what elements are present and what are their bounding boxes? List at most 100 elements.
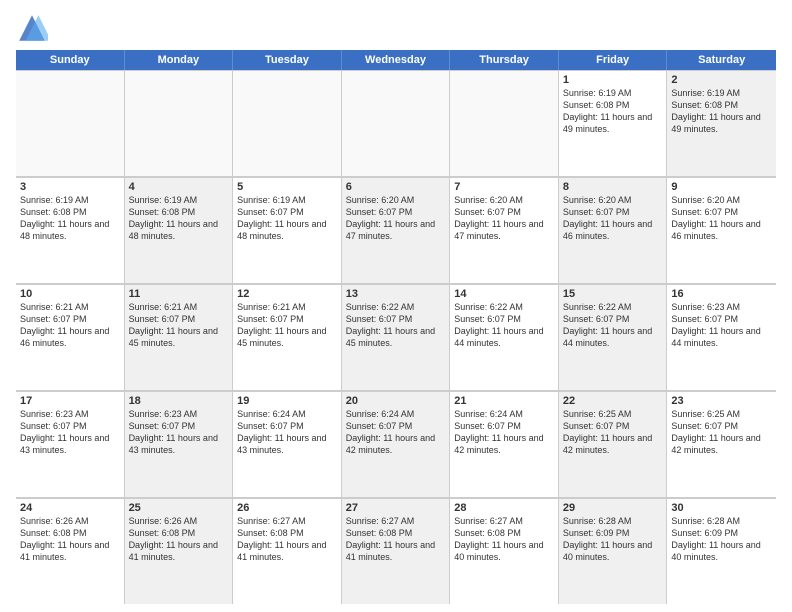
calendar-row-3: 10Sunrise: 6:21 AM Sunset: 6:07 PM Dayli… <box>16 284 776 391</box>
calendar-cell <box>16 71 125 176</box>
day-number: 11 <box>129 288 229 300</box>
day-number: 24 <box>20 502 120 514</box>
day-number: 2 <box>671 74 772 86</box>
calendar-cell: 30Sunrise: 6:28 AM Sunset: 6:09 PM Dayli… <box>667 499 776 604</box>
calendar-cell <box>342 71 451 176</box>
calendar-row-5: 24 Sunrise: 6:26 AM Sunset: 6:08 PM Dayli… <box>16 498 776 604</box>
calendar-cell: 24Sunrise: 6:26 AM Sunset: 6:08 PM Dayli… <box>16 499 125 604</box>
calendar-cell: 13Sunrise: 6:22 AM Sunset: 6:07 PM Dayli… <box>342 285 451 390</box>
calendar-cell: 18Sunrise: 6:23 AM Sunset: 6:07 PM Dayli… <box>125 392 234 497</box>
calendar-body: 1Sunrise: 6:19 AM Sunset: 6:08 PM Daylig… <box>16 70 776 604</box>
day-info: Sunrise: 6:19 AM Sunset: 6:08 PM Dayligh… <box>563 87 663 136</box>
day-info: Sunrise: 6:20 AM Sunset: 6:07 PM Dayligh… <box>346 194 446 243</box>
weekday-header-saturday: Saturday <box>667 50 776 70</box>
calendar-row-4: 17Sunrise: 6:23 AM Sunset: 6:07 PM Dayli… <box>16 391 776 498</box>
calendar-cell: 20Sunrise: 6:24 AM Sunset: 6:07 PM Dayli… <box>342 392 451 497</box>
day-info: Sunrise: 6:23 AM Sunset: 6:07 PM Dayligh… <box>129 408 229 457</box>
day-info: Sunrise: 6:20 AM Sunset: 6:07 PM Dayligh… <box>671 194 772 243</box>
day-info: Sunrise: 6:20 AM Sunset: 6:07 PM Dayligh… <box>563 194 663 243</box>
weekday-header-wednesday: Wednesday <box>342 50 451 70</box>
day-info: Sunrise: 6:23 AM Sunset: 6:07 PM Dayligh… <box>20 408 120 457</box>
day-info: Sunrise: 6:19 AM Sunset: 6:08 PM Dayligh… <box>20 194 120 243</box>
day-number: 26 <box>237 502 337 514</box>
calendar-cell: 23Sunrise: 6:25 AM Sunset: 6:07 PM Dayli… <box>667 392 776 497</box>
calendar-row-1: 1Sunrise: 6:19 AM Sunset: 6:08 PM Daylig… <box>16 70 776 177</box>
day-info: Sunrise: 6:27 AM Sunset: 6:08 PM Dayligh… <box>454 515 554 564</box>
calendar-cell: 10Sunrise: 6:21 AM Sunset: 6:07 PM Dayli… <box>16 285 125 390</box>
logo-icon <box>16 12 48 44</box>
calendar-cell: 29Sunrise: 6:28 AM Sunset: 6:09 PM Dayli… <box>559 499 668 604</box>
day-number: 23 <box>671 395 772 407</box>
day-number: 16 <box>671 288 772 300</box>
day-info: Sunrise: 6:28 AM Sunset: 6:09 PM Dayligh… <box>563 515 663 564</box>
day-info: Sunrise: 6:21 AM Sunset: 6:07 PM Dayligh… <box>129 301 229 350</box>
day-info: Sunrise: 6:22 AM Sunset: 6:07 PM Dayligh… <box>346 301 446 350</box>
calendar-cell: 28Sunrise: 6:27 AM Sunset: 6:08 PM Dayli… <box>450 499 559 604</box>
calendar-cell: 16Sunrise: 6:23 AM Sunset: 6:07 PM Dayli… <box>667 285 776 390</box>
calendar-cell: 4Sunrise: 6:19 AM Sunset: 6:08 PM Daylig… <box>125 178 234 283</box>
day-info: Sunrise: 6:22 AM Sunset: 6:07 PM Dayligh… <box>563 301 663 350</box>
day-info: Sunrise: 6:24 AM Sunset: 6:07 PM Dayligh… <box>454 408 554 457</box>
weekday-header-friday: Friday <box>559 50 668 70</box>
day-number: 7 <box>454 181 554 193</box>
calendar-cell: 15Sunrise: 6:22 AM Sunset: 6:07 PM Dayli… <box>559 285 668 390</box>
day-info: Sunrise: 6:27 AM Sunset: 6:08 PM Dayligh… <box>346 515 446 564</box>
day-info: Sunrise: 6:19 AM Sunset: 6:08 PM Dayligh… <box>129 194 229 243</box>
calendar-cell: 11Sunrise: 6:21 AM Sunset: 6:07 PM Dayli… <box>125 285 234 390</box>
calendar-cell: 8Sunrise: 6:20 AM Sunset: 6:07 PM Daylig… <box>559 178 668 283</box>
day-info: Sunrise: 6:19 AM Sunset: 6:07 PM Dayligh… <box>237 194 337 243</box>
day-number: 8 <box>563 181 663 193</box>
weekday-header-monday: Monday <box>125 50 234 70</box>
day-number: 14 <box>454 288 554 300</box>
day-number: 21 <box>454 395 554 407</box>
logo <box>16 12 52 44</box>
day-number: 30 <box>671 502 772 514</box>
day-number: 5 <box>237 181 337 193</box>
calendar-cell: 5Sunrise: 6:19 AM Sunset: 6:07 PM Daylig… <box>233 178 342 283</box>
weekday-header-tuesday: Tuesday <box>233 50 342 70</box>
calendar-cell <box>233 71 342 176</box>
calendar-cell: 19Sunrise: 6:24 AM Sunset: 6:07 PM Dayli… <box>233 392 342 497</box>
calendar-cell: 17Sunrise: 6:23 AM Sunset: 6:07 PM Dayli… <box>16 392 125 497</box>
day-info: Sunrise: 6:21 AM Sunset: 6:07 PM Dayligh… <box>237 301 337 350</box>
day-info: Sunrise: 6:22 AM Sunset: 6:07 PM Dayligh… <box>454 301 554 350</box>
day-number: 29 <box>563 502 663 514</box>
calendar-cell: 26Sunrise: 6:27 AM Sunset: 6:08 PM Dayli… <box>233 499 342 604</box>
day-number: 20 <box>346 395 446 407</box>
day-number: 10 <box>20 288 120 300</box>
calendar-cell: 12Sunrise: 6:21 AM Sunset: 6:07 PM Dayli… <box>233 285 342 390</box>
calendar-header: SundayMondayTuesdayWednesdayThursdayFrid… <box>16 50 776 70</box>
day-number: 4 <box>129 181 229 193</box>
calendar-cell: 27Sunrise: 6:27 AM Sunset: 6:08 PM Dayli… <box>342 499 451 604</box>
day-number: 27 <box>346 502 446 514</box>
calendar-cell: 22Sunrise: 6:25 AM Sunset: 6:07 PM Dayli… <box>559 392 668 497</box>
day-info: Sunrise: 6:19 AM Sunset: 6:08 PM Dayligh… <box>671 87 772 136</box>
day-number: 1 <box>563 74 663 86</box>
day-number: 9 <box>671 181 772 193</box>
calendar: SundayMondayTuesdayWednesdayThursdayFrid… <box>16 50 776 604</box>
calendar-cell <box>125 71 234 176</box>
day-info: Sunrise: 6:26 AM Sunset: 6:08 PM Dayligh… <box>129 515 229 564</box>
calendar-cell <box>450 71 559 176</box>
day-number: 18 <box>129 395 229 407</box>
calendar-cell: 25Sunrise: 6:26 AM Sunset: 6:08 PM Dayli… <box>125 499 234 604</box>
day-number: 25 <box>129 502 229 514</box>
day-info: Sunrise: 6:21 AM Sunset: 6:07 PM Dayligh… <box>20 301 120 350</box>
page: SundayMondayTuesdayWednesdayThursdayFrid… <box>0 0 792 612</box>
day-number: 28 <box>454 502 554 514</box>
day-info: Sunrise: 6:24 AM Sunset: 6:07 PM Dayligh… <box>237 408 337 457</box>
header <box>16 12 776 44</box>
day-info: Sunrise: 6:25 AM Sunset: 6:07 PM Dayligh… <box>671 408 772 457</box>
day-number: 19 <box>237 395 337 407</box>
calendar-cell: 14Sunrise: 6:22 AM Sunset: 6:07 PM Dayli… <box>450 285 559 390</box>
day-number: 12 <box>237 288 337 300</box>
day-number: 3 <box>20 181 120 193</box>
day-info: Sunrise: 6:27 AM Sunset: 6:08 PM Dayligh… <box>237 515 337 564</box>
day-info: Sunrise: 6:25 AM Sunset: 6:07 PM Dayligh… <box>563 408 663 457</box>
day-number: 6 <box>346 181 446 193</box>
calendar-cell: 1Sunrise: 6:19 AM Sunset: 6:08 PM Daylig… <box>559 71 668 176</box>
calendar-cell: 6Sunrise: 6:20 AM Sunset: 6:07 PM Daylig… <box>342 178 451 283</box>
day-number: 17 <box>20 395 120 407</box>
day-number: 13 <box>346 288 446 300</box>
weekday-header-thursday: Thursday <box>450 50 559 70</box>
